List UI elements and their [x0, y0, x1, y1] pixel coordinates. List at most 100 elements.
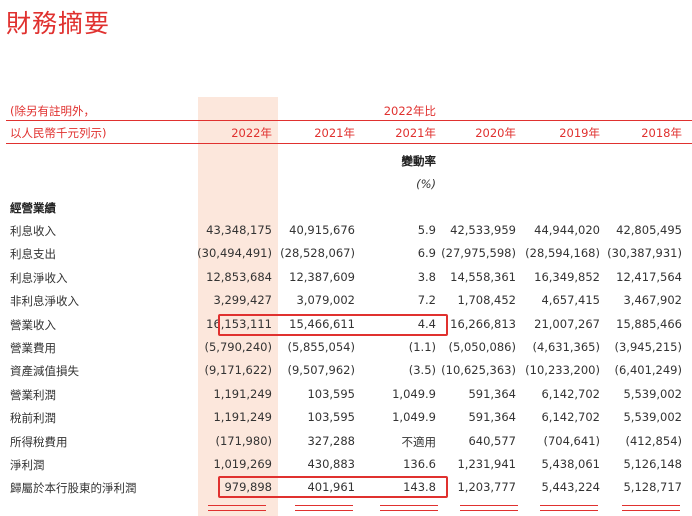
- table-cell: (9,171,622): [204, 363, 272, 378]
- table-cell: 103,595: [307, 386, 355, 401]
- row-label: 營業費用: [10, 341, 56, 355]
- table-cell: 42,533,959: [450, 223, 516, 237]
- header-divider-bottom: [6, 143, 692, 144]
- table-cell: 42,805,495: [616, 223, 682, 237]
- table-cell: 3,079,002: [296, 293, 355, 308]
- table-cell: 44,944,020: [534, 223, 600, 237]
- table-cell: 不適用: [401, 434, 437, 449]
- table-cell: (6,401,249): [614, 363, 682, 378]
- table-cell: 3,467,902: [623, 293, 682, 308]
- table-cell: 15,885,466: [616, 316, 682, 331]
- highlight-box-operating-income: [218, 314, 448, 336]
- table-cell: 5,539,002: [623, 386, 682, 401]
- double-underline: [208, 505, 266, 511]
- table-cell: 12,417,564: [616, 269, 682, 284]
- highlight-box-net-profit-attributable: [218, 476, 448, 498]
- double-underline: [460, 505, 518, 511]
- table-cell: 5,539,002: [623, 410, 682, 425]
- table-cell: (3.5): [408, 363, 436, 378]
- table-cell: 6,142,702: [541, 410, 600, 425]
- table-cell: 1,191,249: [213, 410, 272, 425]
- header-divider-top: [6, 120, 692, 121]
- table-cell: (704,641): [543, 433, 600, 448]
- header-year-2020: 2020年: [475, 126, 516, 140]
- table-cell: 1,049.9: [392, 386, 436, 401]
- header-year-2018: 2018年: [641, 126, 682, 140]
- row-label: 淨利潤: [10, 458, 45, 472]
- table-cell: 1,019,269: [213, 457, 272, 471]
- header-note-line1: (除另有註明外，: [10, 104, 95, 118]
- row-label: 營業收入: [10, 317, 56, 332]
- page-title: 財務摘要: [6, 9, 111, 38]
- table-cell: 136.6: [403, 457, 436, 471]
- row-label: 利息收入: [10, 224, 56, 238]
- header-note-line2: 以人民幣千元列示): [10, 126, 107, 140]
- table-cell: 1,203,777: [457, 480, 516, 495]
- table-cell: 430,883: [307, 457, 355, 471]
- header-year-2021-compare: 2021年: [395, 126, 436, 140]
- table-cell: 14,558,361: [450, 269, 516, 284]
- percent-label: (%): [416, 177, 436, 191]
- table-cell: 5,126,148: [623, 457, 682, 471]
- table-cell: (10,233,200): [525, 363, 600, 378]
- table-cell: (10,625,363): [441, 363, 516, 378]
- table-cell: 327,288: [307, 433, 355, 448]
- table-cell: (28,528,067): [280, 246, 355, 261]
- section-title: 經營業績: [10, 201, 56, 215]
- table-cell: 12,387,609: [289, 269, 355, 284]
- double-underline: [295, 505, 353, 511]
- table-cell: 1,191,249: [213, 386, 272, 401]
- table-cell: (5,050,086): [448, 340, 516, 354]
- table-cell: 6.9: [417, 246, 436, 261]
- table-cell: 21,007,267: [534, 316, 600, 331]
- row-label: 資產減值損失: [10, 364, 79, 379]
- row-label: 營業利潤: [10, 387, 56, 402]
- row-label: 利息支出: [10, 247, 56, 262]
- double-underline: [380, 505, 438, 511]
- table-cell: (9,507,962): [287, 363, 355, 378]
- table-cell: (4,631,365): [532, 340, 600, 354]
- header-year-2019: 2019年: [559, 126, 600, 140]
- header-year-2021: 2021年: [314, 126, 355, 140]
- table-cell: 591,364: [468, 386, 516, 401]
- table-cell: 1,708,452: [457, 293, 516, 308]
- table-cell: (5,855,054): [287, 340, 355, 354]
- table-cell: 5.9: [417, 223, 436, 237]
- table-cell: 640,577: [468, 433, 516, 448]
- table-cell: (28,594,168): [525, 246, 600, 261]
- table-cell: 12,853,684: [206, 269, 272, 284]
- table-cell: (412,854): [625, 433, 682, 448]
- table-cell: 3,299,427: [213, 293, 272, 308]
- header-compare-line1: 2022年比: [383, 104, 436, 118]
- change-rate-label: 變動率: [401, 154, 437, 168]
- table-cell: 103,595: [307, 410, 355, 425]
- double-underline: [540, 505, 598, 511]
- table-cell: 6,142,702: [541, 386, 600, 401]
- table-cell: 1,049.9: [392, 410, 436, 425]
- row-label: 非利息淨收入: [10, 294, 79, 309]
- table-cell: 7.2: [417, 293, 436, 308]
- table-cell: (1.1): [408, 340, 436, 354]
- double-underline: [622, 505, 680, 511]
- table-cell: 16,266,813: [450, 316, 516, 331]
- table-cell: 40,915,676: [289, 223, 355, 237]
- row-label: 利息淨收入: [10, 270, 68, 285]
- table-cell: (5,790,240): [204, 340, 272, 354]
- table-cell: (3,945,215): [614, 340, 682, 354]
- table-cell: 5,443,224: [541, 480, 600, 495]
- table-cell: (30,387,931): [607, 246, 682, 261]
- row-label: 稅前利潤: [10, 411, 56, 426]
- row-label: 所得稅費用: [10, 434, 68, 449]
- table-cell: 43,348,175: [206, 223, 272, 237]
- table-cell: (30,494,491): [197, 246, 272, 261]
- table-cell: 5,438,061: [541, 457, 600, 471]
- table-cell: 3.8: [417, 269, 436, 284]
- table-cell: (171,980): [215, 433, 272, 448]
- table-cell: (27,975,598): [441, 246, 516, 261]
- table-cell: 4,657,415: [541, 293, 600, 308]
- table-cell: 5,128,717: [623, 480, 682, 495]
- table-cell: 591,364: [468, 410, 516, 425]
- row-label: 歸屬於本行股東的淨利潤: [10, 481, 137, 496]
- table-cell: 1,231,941: [457, 457, 516, 471]
- table-cell: 16,349,852: [534, 269, 600, 284]
